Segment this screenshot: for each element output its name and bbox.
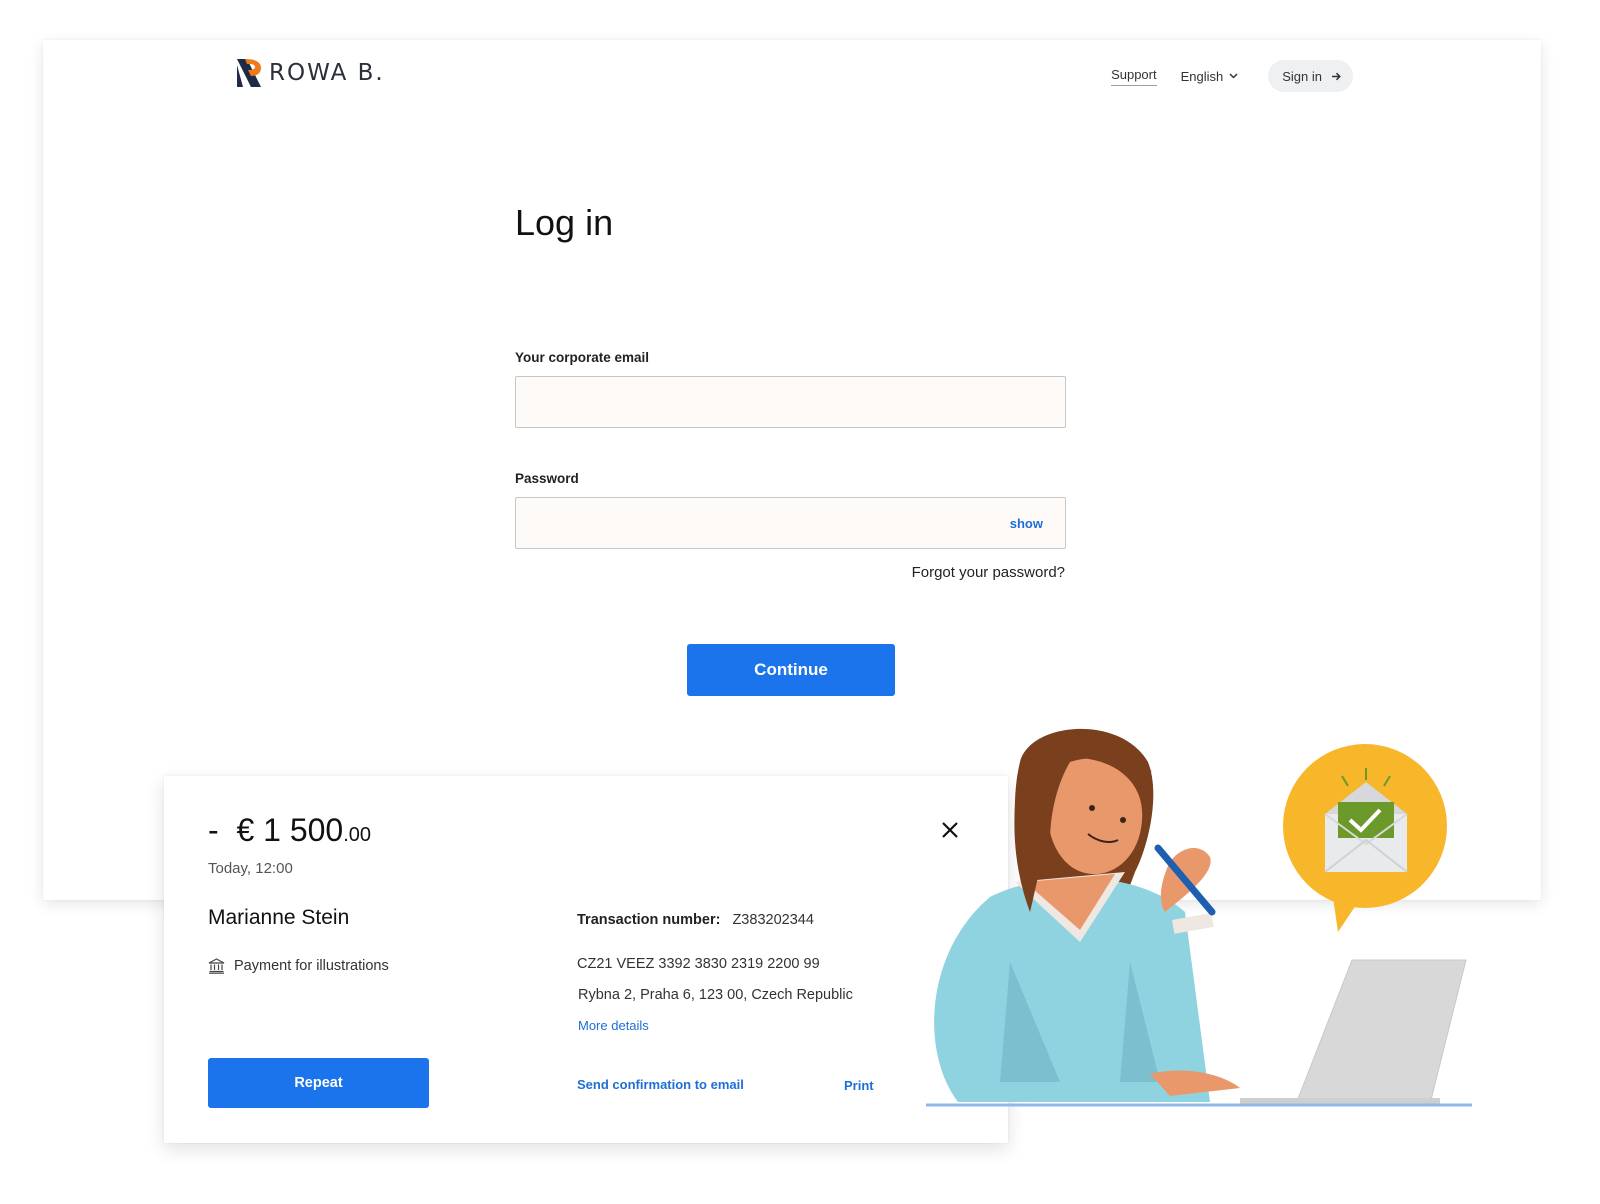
logo-text: ROWA B. bbox=[269, 60, 385, 86]
laptop-illustration bbox=[1295, 959, 1467, 1105]
transaction-amount: - € 1 500.00 bbox=[208, 812, 371, 849]
payee-address: Rybna 2, Praha 6, 123 00, Czech Republic bbox=[578, 987, 853, 1003]
send-confirmation-link[interactable]: Send confirmation to email bbox=[577, 1077, 744, 1092]
more-details-link[interactable]: More details bbox=[578, 1018, 649, 1033]
repeat-button[interactable]: Repeat bbox=[208, 1058, 429, 1108]
transaction-date: Today, 12:00 bbox=[208, 860, 293, 877]
amount-sign: - bbox=[208, 812, 219, 848]
sign-in-button[interactable]: Sign in bbox=[1268, 60, 1353, 92]
email-field[interactable] bbox=[515, 376, 1066, 428]
page-title: Log in bbox=[515, 202, 614, 243]
transaction-card: - € 1 500.00 Today, 12:00 Marianne Stein… bbox=[164, 776, 1008, 1143]
amount-cents: .00 bbox=[343, 824, 372, 846]
purpose-text: Payment for illustrations bbox=[234, 958, 389, 974]
show-password-toggle[interactable]: show bbox=[1010, 516, 1043, 531]
continue-button[interactable]: Continue bbox=[687, 644, 895, 696]
password-field[interactable]: show bbox=[515, 497, 1066, 549]
password-label: Password bbox=[515, 471, 579, 486]
woman-with-laptop-illustration bbox=[926, 728, 1472, 1107]
transaction-number-value: Z383202344 bbox=[732, 912, 814, 928]
email-label: Your corporate email bbox=[515, 350, 650, 365]
payee-name: Marianne Stein bbox=[208, 906, 350, 929]
sign-in-label: Sign in bbox=[1282, 68, 1322, 84]
transaction-number-label: Transaction number: bbox=[577, 912, 721, 928]
amount-main: € 1 500 bbox=[236, 812, 344, 848]
logo-mark-icon bbox=[237, 59, 261, 87]
transaction-number: Transaction number: Z383202344 bbox=[577, 912, 814, 928]
print-link[interactable]: Print bbox=[844, 1078, 874, 1093]
language-label: English bbox=[1180, 68, 1224, 84]
logo[interactable]: ROWA B. bbox=[235, 57, 385, 89]
language-selector[interactable]: English bbox=[1181, 69, 1239, 84]
payment-purpose: Payment for illustrations bbox=[208, 958, 389, 974]
mail-check-icon bbox=[1283, 744, 1447, 932]
support-link[interactable]: Support bbox=[1111, 67, 1157, 86]
bank-icon bbox=[208, 958, 225, 974]
account-iban: CZ21 VEEZ 3392 3830 2319 2200 99 bbox=[577, 956, 820, 972]
top-navigation: Support English Sign in bbox=[1111, 60, 1353, 92]
forgot-password-link[interactable]: Forgot your password? bbox=[912, 564, 1065, 581]
arrow-right-icon bbox=[1332, 72, 1341, 80]
chevron-down-icon bbox=[1229, 73, 1238, 79]
